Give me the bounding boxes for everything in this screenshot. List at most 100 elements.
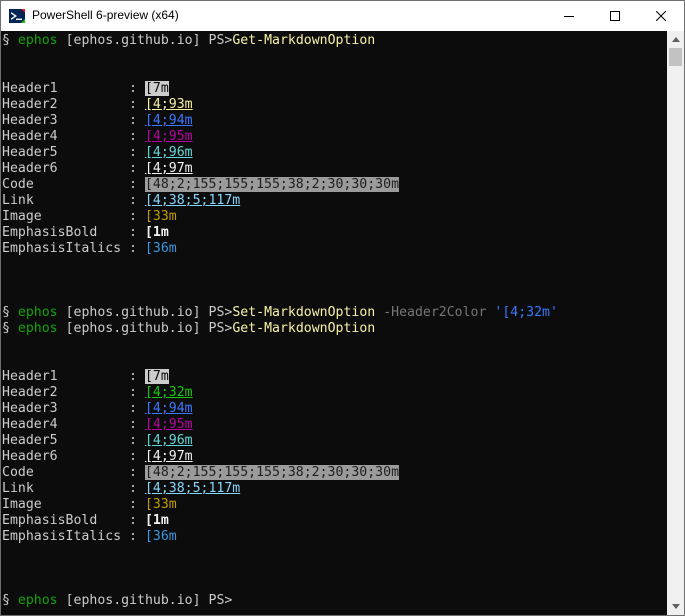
prompt-user: ephos [17, 593, 58, 608]
label-link: Link : [2, 481, 137, 496]
close-icon [656, 11, 666, 21]
output-row-emphasis-bold: EmphasisBold : [1m [2, 225, 169, 241]
prompt-location: [ephos.github.io] [65, 33, 201, 48]
output-row-header2: Header2 : [4;32m [2, 385, 193, 401]
value-header6: [4;97m [144, 449, 193, 464]
value-emphasis-italics: [36m [144, 529, 177, 544]
prompt-location: [ephos.github.io] [65, 321, 201, 336]
prompt-line-current[interactable]: § ephos [ephos.github.io] PS> [2, 593, 232, 609]
minimize-icon [564, 16, 574, 17]
output-row-header4: Header4 : [4;95m [2, 129, 193, 145]
command-set: Set-MarkdownOption [232, 305, 376, 320]
output-row-link: Link : [4;38;5;117m [2, 193, 240, 209]
label-header6: Header6 : [2, 449, 137, 464]
value-header3: [4;94m [144, 401, 193, 416]
label-header5: Header5 : [2, 433, 137, 448]
output-row-link: Link : [4;38;5;117m [2, 481, 240, 497]
title-bar[interactable]: PowerShell 6-preview (x64) [1, 1, 684, 31]
scroll-down-button[interactable] [667, 598, 684, 615]
label-header4: Header4 : [2, 129, 137, 144]
label-image: Image : [2, 497, 137, 512]
value-link: [4;38;5;117m [144, 481, 241, 496]
output-row-code: Code : [48;2;155;155;155;38;2;30;30;30m [2, 177, 400, 193]
output-row-emphasis-bold: EmphasisBold : [1m [2, 513, 169, 529]
output-row-header1: Header1 : [7m [2, 369, 169, 385]
value-header1: [7m [144, 81, 169, 96]
command-get: Get-MarkdownOption [232, 33, 376, 48]
value-emphasis-bold: [1m [144, 513, 169, 528]
scrollbar-thumb[interactable] [669, 48, 682, 66]
value-header5: [4;96m [144, 433, 193, 448]
output-row-header1: Header1 : [7m [2, 81, 169, 97]
output-row-header2: Header2 : [4;93m [2, 97, 193, 113]
label-emphasis-italics: EmphasisItalics : [2, 529, 137, 544]
label-header1: Header1 : [2, 81, 137, 96]
minimize-button[interactable] [546, 1, 592, 31]
output-row-header3: Header3 : [4;94m [2, 401, 193, 417]
vertical-scrollbar[interactable] [667, 31, 684, 615]
prompt-user: ephos [17, 321, 58, 336]
output-row-header3: Header3 : [4;94m [2, 113, 193, 129]
prompt-ps: PS> [208, 33, 233, 48]
prompt-ps: PS> [208, 593, 233, 608]
label-header3: Header3 : [2, 401, 137, 416]
output-row-header5: Header5 : [4;96m [2, 433, 193, 449]
value-header1: [7m [144, 369, 169, 384]
label-header5: Header5 : [2, 145, 137, 160]
output-row-header4: Header4 : [4;95m [2, 417, 193, 433]
powershell-window: PowerShell 6-preview (x64) § ephos [epho… [0, 0, 685, 616]
value-header4: [4;95m [144, 129, 193, 144]
output-row-header6: Header6 : [4;97m [2, 161, 193, 177]
label-header6: Header6 : [2, 161, 137, 176]
value-header6: [4;97m [144, 161, 193, 176]
value-emphasis-italics: [36m [144, 241, 177, 256]
command-parameter: -Header2Color [383, 305, 487, 320]
value-link: [4;38;5;117m [144, 193, 241, 208]
prompt-user: ephos [17, 33, 58, 48]
value-header2: [4;93m [144, 97, 193, 112]
output-row-emphasis-italics: EmphasisItalics : [36m [2, 241, 177, 257]
command-get: Get-MarkdownOption [232, 321, 376, 336]
label-emphasis-italics: EmphasisItalics : [2, 241, 137, 256]
label-header1: Header1 : [2, 369, 137, 384]
label-header4: Header4 : [2, 417, 137, 432]
output-row-header5: Header5 : [4;96m [2, 145, 193, 161]
command-string-value: '[4;32m' [494, 305, 558, 320]
label-header2: Header2 : [2, 97, 137, 112]
chevron-up-icon [671, 37, 680, 42]
output-row-header6: Header6 : [4;97m [2, 449, 193, 465]
label-image: Image : [2, 209, 137, 224]
scroll-up-button[interactable] [667, 31, 684, 48]
prompt-line: § ephos [ephos.github.io] PS>Get-Markdow… [2, 33, 375, 49]
value-header3: [4;94m [144, 113, 193, 128]
powershell-icon [9, 9, 25, 23]
label-code: Code : [2, 177, 137, 192]
close-button[interactable] [638, 1, 684, 31]
output-row-code: Code : [48;2;155;155;155;38;2;30;30;30m [2, 465, 400, 481]
terminal-output[interactable]: § ephos [ephos.github.io] PS>Get-Markdow… [1, 31, 667, 615]
prompt-line: § ephos [ephos.github.io] PS>Get-Markdow… [2, 321, 375, 337]
chevron-down-icon [671, 604, 680, 609]
maximize-button[interactable] [592, 1, 638, 31]
prompt-location: [ephos.github.io] [65, 305, 201, 320]
label-emphasis-bold: EmphasisBold : [2, 513, 137, 528]
window-title: PowerShell 6-preview (x64) [32, 8, 179, 22]
value-image: [33m [144, 497, 177, 512]
prompt-location: [ephos.github.io] [65, 593, 201, 608]
output-row-image: Image : [33m [2, 497, 177, 513]
prompt-glyph: § [2, 305, 10, 320]
value-image: [33m [144, 209, 177, 224]
output-row-emphasis-italics: EmphasisItalics : [36m [2, 529, 177, 545]
prompt-ps: PS> [208, 305, 233, 320]
label-emphasis-bold: EmphasisBold : [2, 225, 137, 240]
prompt-user: ephos [17, 305, 58, 320]
prompt-glyph: § [2, 33, 10, 48]
value-emphasis-bold: [1m [144, 225, 169, 240]
prompt-line: § ephos [ephos.github.io] PS>Set-Markdow… [2, 305, 558, 321]
prompt-glyph: § [2, 593, 10, 608]
value-code: [48;2;155;155;155;38;2;30;30;30m [144, 177, 400, 192]
maximize-icon [610, 11, 620, 21]
label-header2: Header2 : [2, 385, 137, 400]
label-header3: Header3 : [2, 113, 137, 128]
value-code: [48;2;155;155;155;38;2;30;30;30m [144, 465, 400, 480]
